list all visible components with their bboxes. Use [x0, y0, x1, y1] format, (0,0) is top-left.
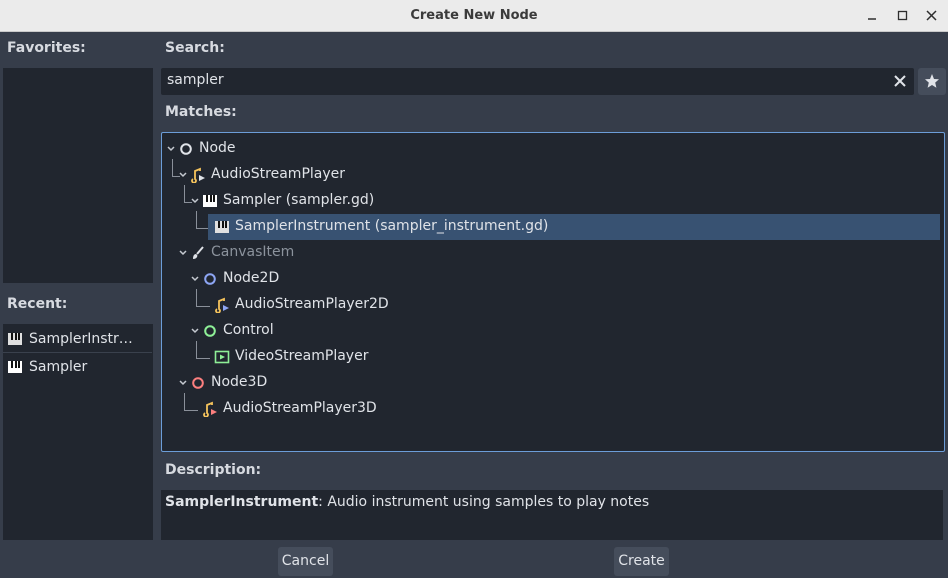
description-class-name: SamplerInstrument — [165, 494, 319, 510]
tree-item-label: Node2D — [223, 270, 280, 286]
video-player-icon — [214, 350, 230, 364]
maximize-button[interactable] — [893, 6, 913, 26]
tree-item-audiostreamplayer[interactable]: AudioStreamPlayer — [162, 162, 940, 188]
maximize-icon — [897, 10, 908, 21]
tree-item-audiostreamplayer2d[interactable]: AudioStreamPlayer2D — [162, 292, 940, 318]
minimize-button[interactable] — [863, 6, 883, 26]
chevron-down-icon[interactable] — [190, 326, 200, 336]
star-icon — [925, 74, 939, 88]
tree-item-node3d[interactable]: Node3D — [162, 370, 940, 396]
chevron-down-icon[interactable] — [178, 248, 188, 258]
audio-stream-2d-icon — [215, 297, 229, 313]
description-text: SamplerInstrument: Audio instrument usin… — [165, 494, 649, 510]
piano-keys-icon — [215, 221, 229, 233]
search-input[interactable]: sampler — [161, 68, 914, 95]
favorites-label: Favorites: — [7, 40, 86, 56]
piano-keys-icon — [203, 195, 217, 207]
chevron-down-icon[interactable] — [166, 144, 176, 154]
recent-item-samplerinstrument[interactable]: SamplerInstru… — [3, 325, 152, 353]
piano-keys-icon — [8, 360, 22, 373]
tree-item-label: Control — [223, 322, 274, 338]
cancel-button[interactable]: Cancel — [278, 547, 333, 576]
window-title: Create New Node — [410, 8, 538, 23]
node3d-circle-icon — [192, 377, 204, 389]
chevron-down-icon[interactable] — [190, 196, 200, 206]
tree-item-control[interactable]: Control — [162, 318, 940, 344]
tree-item-node2d[interactable]: Node2D — [162, 266, 940, 292]
tree-item-label: CanvasItem — [211, 244, 295, 260]
search-label: Search: — [165, 40, 225, 56]
recent-item-label: SamplerInstru… — [29, 330, 137, 347]
tree-item-label: Node — [199, 140, 236, 156]
recent-item-sampler[interactable]: Sampler — [3, 353, 152, 380]
recent-item-label: Sampler — [29, 358, 88, 375]
tree-item-label: AudioStreamPlayer3D — [223, 400, 377, 416]
create-button[interactable]: Create — [614, 547, 669, 576]
toggle-favorite-button[interactable] — [918, 68, 946, 95]
tree-item-videostreamplayer[interactable]: VideoStreamPlayer — [162, 344, 940, 370]
tree-item-node[interactable]: Node — [162, 136, 940, 162]
node2d-circle-icon — [204, 273, 216, 285]
tree-item-label: SamplerInstrument (sampler_instrument.gd… — [235, 218, 549, 234]
control-circle-icon — [204, 325, 216, 337]
chevron-down-icon[interactable] — [178, 170, 188, 180]
favorites-list[interactable] — [3, 68, 153, 283]
brush-icon — [193, 246, 204, 259]
matches-label: Matches: — [165, 104, 237, 120]
clear-search-icon[interactable] — [892, 73, 908, 89]
recent-label: Recent: — [7, 296, 68, 312]
window-titlebar: Create New Node — [0, 0, 948, 32]
tree-item-label: AudioStreamPlayer — [211, 166, 346, 182]
recent-list[interactable]: SamplerInstru… Sampler — [3, 324, 153, 540]
audio-stream-icon — [191, 167, 205, 183]
node-circle-icon — [180, 143, 192, 155]
description-box: SamplerInstrument: Audio instrument usin… — [161, 490, 943, 540]
matches-tree[interactable]: Node AudioStreamPlayer Sampler (sampler.… — [161, 132, 945, 452]
minimize-icon — [868, 18, 876, 20]
chevron-down-icon[interactable] — [178, 378, 188, 388]
close-icon — [926, 10, 937, 21]
tree-item-samplerinstrument[interactable]: SamplerInstrument (sampler_instrument.gd… — [162, 214, 940, 240]
tree-item-audiostreamplayer3d[interactable]: AudioStreamPlayer3D — [162, 396, 940, 422]
description-body: : Audio instrument using samples to play… — [318, 494, 650, 510]
tree-item-canvasitem[interactable]: CanvasItem — [162, 240, 940, 266]
tree-item-sampler[interactable]: Sampler (sampler.gd) — [162, 188, 940, 214]
audio-stream-3d-icon — [203, 401, 217, 417]
chevron-down-icon[interactable] — [190, 274, 200, 284]
close-window-button[interactable] — [922, 6, 942, 26]
tree-item-label: Node3D — [211, 374, 268, 390]
tree-item-label: AudioStreamPlayer2D — [235, 296, 389, 312]
piano-keys-icon — [8, 332, 22, 345]
tree-item-label: VideoStreamPlayer — [235, 348, 369, 364]
search-input-value[interactable]: sampler — [167, 72, 224, 88]
tree-item-label: Sampler (sampler.gd) — [223, 192, 375, 208]
description-label: Description: — [165, 462, 262, 478]
